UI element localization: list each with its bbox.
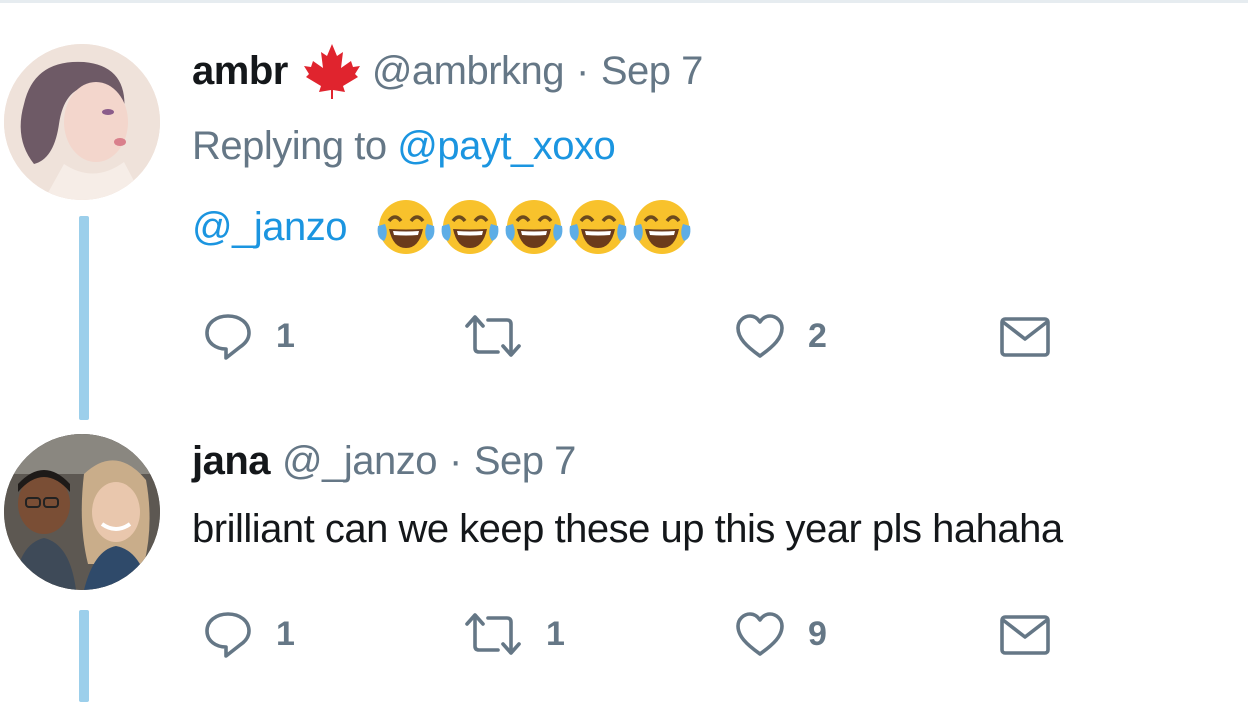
reply-icon xyxy=(205,612,251,658)
tweet-header: jana @_janzo · Sep 7 xyxy=(192,434,576,488)
separator-dot: · xyxy=(449,438,462,483)
replying-to-handle-link[interactable]: @payt_xoxo xyxy=(397,124,615,168)
mention-link[interactable]: @_janzo xyxy=(192,205,347,250)
user-handle[interactable]: @_janzo xyxy=(282,439,437,484)
reply-icon xyxy=(205,314,251,360)
retweet-icon xyxy=(465,613,521,655)
reply-count: 1 xyxy=(276,614,295,653)
display-name[interactable]: ambr xyxy=(192,49,288,94)
reply-button[interactable]: 1 xyxy=(202,604,295,664)
replying-to-label: Replying to xyxy=(192,124,387,168)
direct-message-button[interactable] xyxy=(998,604,1052,664)
tweet-actions: 1 1 9 xyxy=(192,604,1242,664)
tweet-date[interactable]: Sep 7 xyxy=(474,439,577,484)
tweet-date[interactable]: Sep 7 xyxy=(601,49,704,94)
heart-icon xyxy=(736,314,784,358)
separator-dot: · xyxy=(576,48,589,93)
face-with-tears-of-joy-icon xyxy=(505,200,563,254)
like-button[interactable]: 9 xyxy=(734,604,827,664)
tweet-jana[interactable]: jana @_janzo · Sep 7 brilliant can we ke… xyxy=(0,420,1248,702)
avatar-ambr[interactable] xyxy=(4,44,160,200)
user-handle[interactable]: @ambrkng xyxy=(372,49,565,94)
display-name[interactable]: jana xyxy=(192,439,271,484)
thread-line xyxy=(79,216,89,420)
direct-message-button[interactable] xyxy=(998,306,1052,366)
reply-count: 1 xyxy=(276,316,295,355)
retweet-button[interactable] xyxy=(462,306,546,366)
envelope-icon xyxy=(1000,317,1050,357)
tweet-actions: 1 2 xyxy=(192,306,1242,366)
tweet-text: brilliant can we keep these up this year… xyxy=(192,506,1063,551)
face-with-tears-of-joy-icon xyxy=(569,200,627,254)
envelope-icon xyxy=(1000,615,1050,655)
avatar-jana[interactable] xyxy=(4,434,160,590)
maple-leaf-icon xyxy=(303,44,360,99)
retweet-button[interactable]: 1 xyxy=(462,604,565,664)
like-button[interactable]: 2 xyxy=(734,306,827,366)
thread-line xyxy=(79,610,89,702)
tweet-text: @_janzo xyxy=(192,196,695,258)
face-with-tears-of-joy-icon xyxy=(377,200,435,254)
retweet-count: 1 xyxy=(546,614,565,653)
like-count: 9 xyxy=(808,614,827,653)
face-with-tears-of-joy-icon xyxy=(633,200,691,254)
retweet-icon xyxy=(465,315,521,357)
tweet-header: ambr @ambrkng · Sep 7 xyxy=(192,44,704,99)
like-count: 2 xyxy=(808,316,827,355)
face-with-tears-of-joy-icon xyxy=(441,200,499,254)
replying-to-line: Replying to @payt_xoxo xyxy=(192,124,616,169)
tweet-ambr[interactable]: ambr @ambrkng · Sep 7 Replying to @payt_… xyxy=(0,0,1248,420)
reply-button[interactable]: 1 xyxy=(202,306,295,366)
emoji-row xyxy=(375,196,695,258)
heart-icon xyxy=(736,612,784,656)
